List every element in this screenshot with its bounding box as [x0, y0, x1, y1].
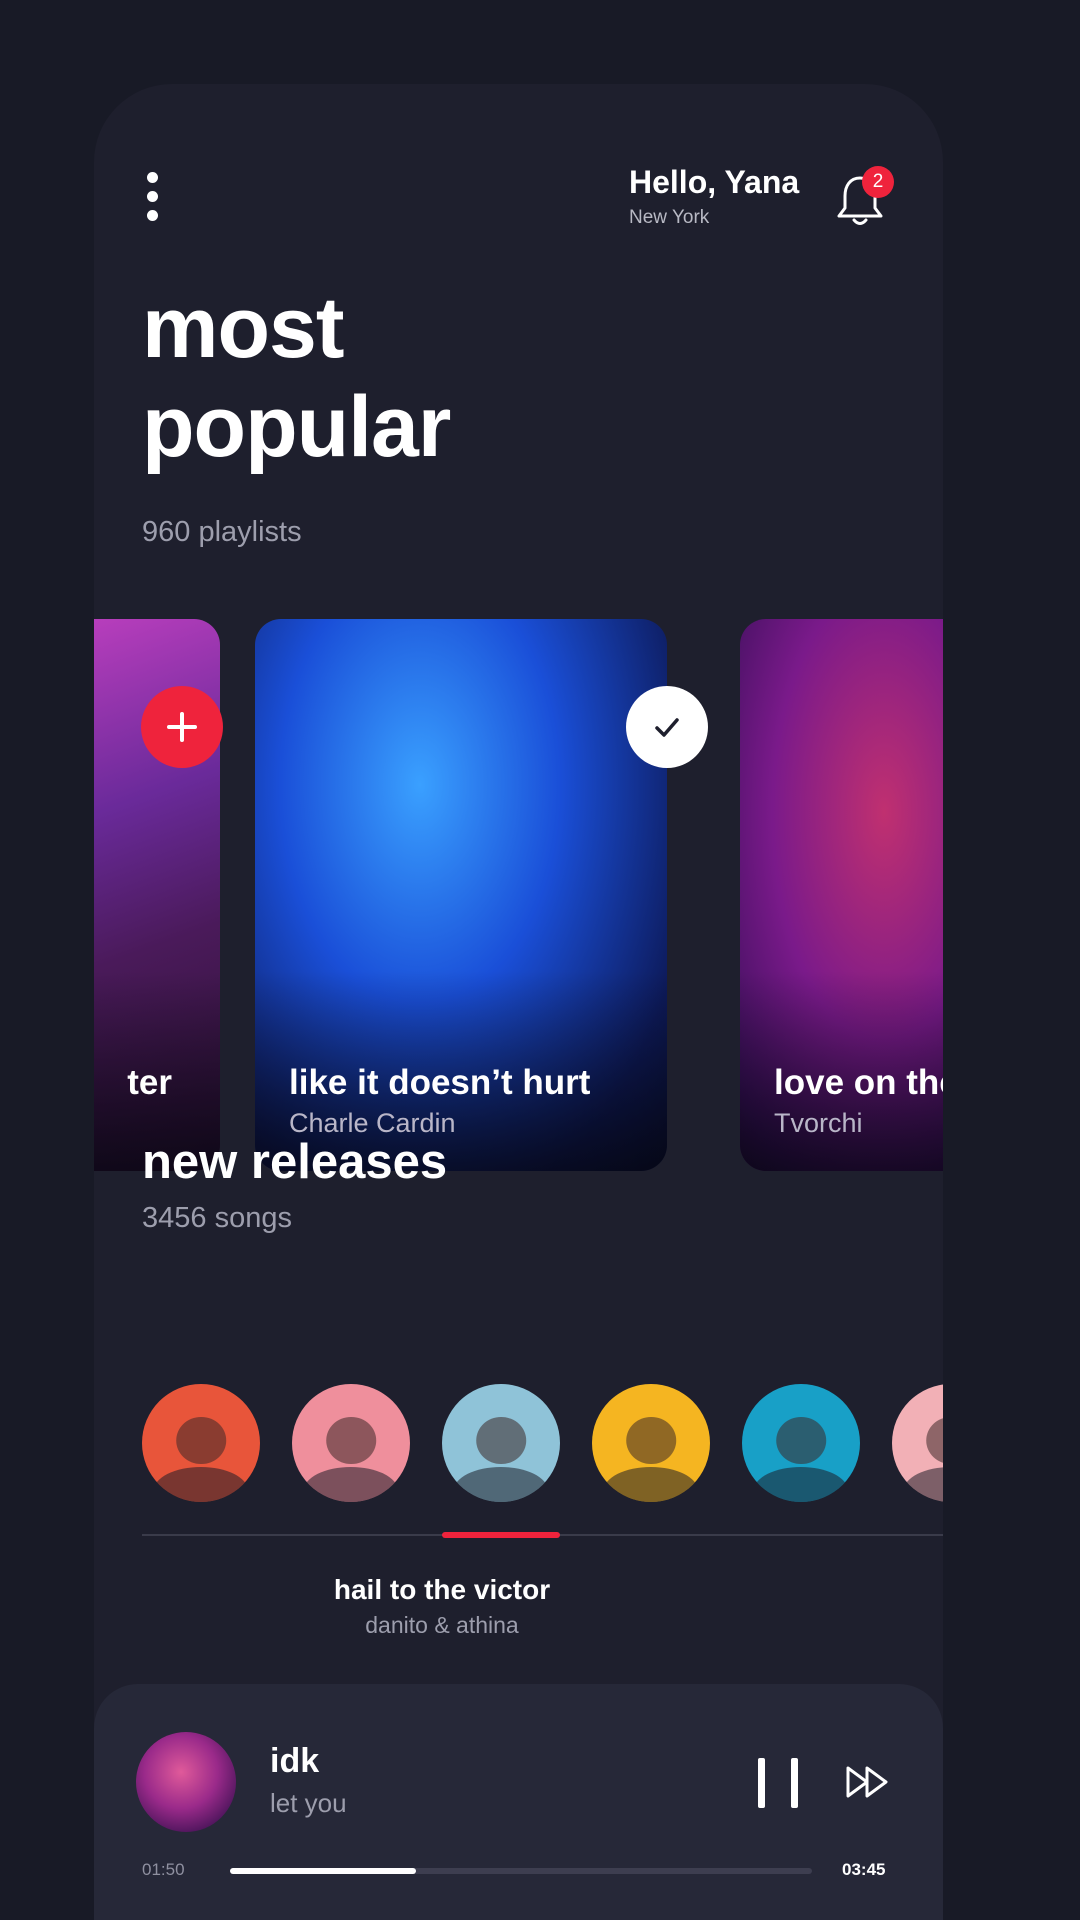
total-time: 03:45 [842, 1860, 886, 1879]
playlist-card[interactable]: like it doesn’t hurt Charle Cardin [255, 619, 667, 1171]
release-title: hail to the victor [333, 1574, 551, 1605]
now-playing-artist: let you [270, 1788, 347, 1818]
avatar-figure [926, 1417, 943, 1465]
added-playlist-button[interactable] [626, 686, 708, 768]
avatar-figure [326, 1417, 376, 1465]
elapsed-time: 01:50 [142, 1860, 185, 1879]
fast-forward-icon[interactable] [845, 1764, 893, 1800]
avatar-figure [303, 1466, 399, 1502]
title-line-1: most [142, 280, 344, 376]
more-menu-button[interactable] [140, 172, 164, 230]
playlist-card-title: ter [127, 1063, 172, 1102]
playlist-card-artist: Tvorchi [774, 1108, 863, 1138]
avatar-figure [903, 1466, 943, 1502]
artist-avatar[interactable] [442, 1384, 560, 1502]
menu-dot [146, 210, 158, 221]
greeting-text: Hello, Yana [629, 164, 800, 200]
artist-avatar[interactable] [142, 1384, 260, 1502]
avatar-figure [776, 1417, 826, 1465]
user-greeting: Hello, Yana New York [629, 164, 799, 229]
new-releases-title: new releases [142, 1135, 448, 1189]
now-playing-title: idk [270, 1742, 320, 1780]
playlist-card[interactable]: love on the brain Tvorchi [740, 619, 943, 1171]
release-artist: danito & athina [365, 1612, 519, 1638]
now-playing-bar[interactable]: idk let you 01:50 03:45 [94, 1684, 943, 1920]
app-screen: Hello, Yana New York 2 most popular 960 … [94, 84, 943, 1920]
checkmark-icon [655, 718, 679, 737]
progress-bar[interactable] [230, 1868, 812, 1874]
artist-avatar[interactable] [892, 1384, 943, 1502]
artist-avatar[interactable] [292, 1384, 410, 1502]
menu-dot [146, 172, 158, 183]
title-line-2: popular [142, 379, 451, 475]
notification-badge: 2 [862, 166, 894, 198]
progress-fill [230, 1868, 417, 1874]
active-artist-indicator [442, 1532, 560, 1538]
plus-icon [167, 712, 197, 742]
playlist-card-title: like it doesn’t hurt [289, 1063, 591, 1102]
pause-icon [791, 1758, 798, 1808]
avatar-figure [626, 1417, 676, 1465]
user-location: New York [629, 207, 710, 228]
playlist-count: 960 playlists [142, 516, 302, 548]
pause-button[interactable] [758, 1758, 798, 1808]
page-title: most popular [142, 279, 451, 477]
artist-carousel [142, 1384, 943, 1502]
now-playing-artwork [136, 1732, 236, 1832]
songs-count: 3456 songs [142, 1202, 292, 1234]
avatar-figure [176, 1417, 226, 1465]
pause-icon [758, 1758, 765, 1808]
artist-avatar[interactable] [742, 1384, 860, 1502]
avatar-figure [153, 1466, 249, 1502]
avatar-figure [753, 1466, 849, 1502]
menu-dot [146, 191, 158, 202]
avatar-figure [476, 1417, 526, 1465]
add-playlist-button[interactable] [141, 686, 223, 768]
avatar-figure [603, 1466, 699, 1502]
avatar-figure [453, 1466, 549, 1502]
artist-avatar[interactable] [592, 1384, 710, 1502]
playlist-card-title: love on the brain [774, 1063, 943, 1102]
